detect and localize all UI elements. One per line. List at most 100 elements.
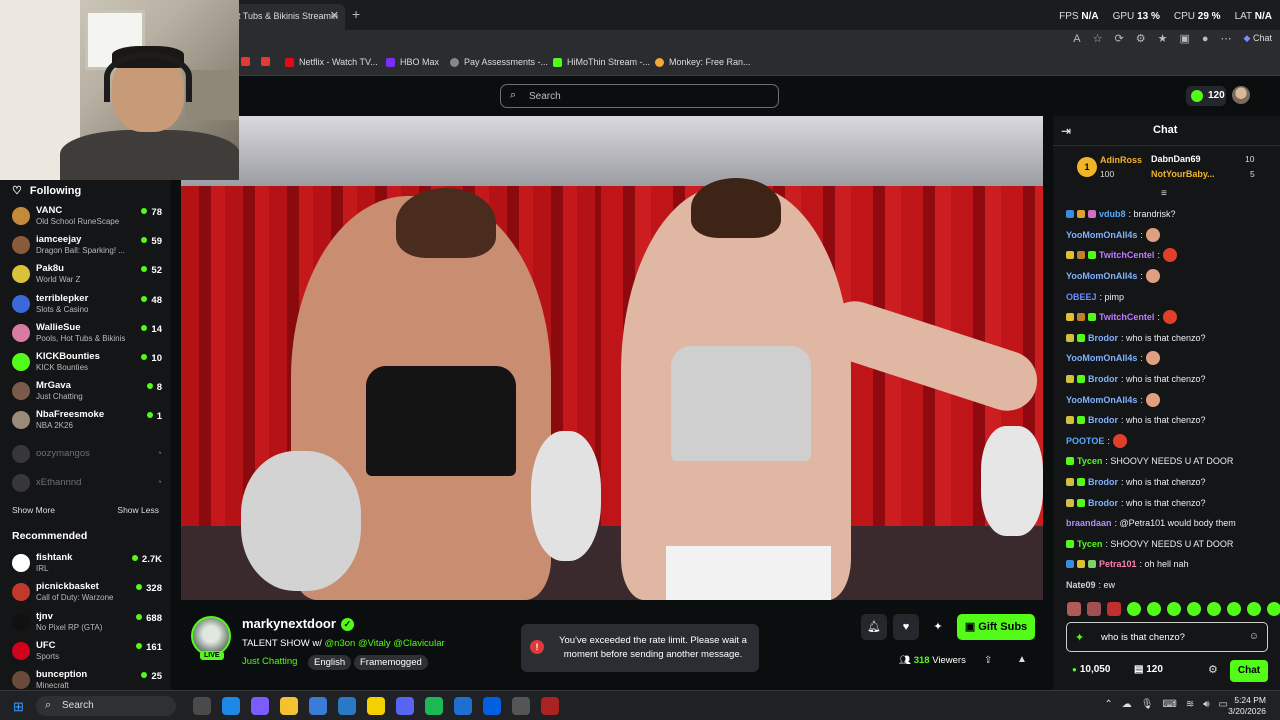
cloud-icon[interactable]: ☁ bbox=[1122, 699, 1132, 710]
sidebar-channel-walliesue[interactable]: WallieSue Pools, Hot Tubs & Bikinis 14 bbox=[12, 321, 162, 349]
coins-balance[interactable]: 120 bbox=[1186, 86, 1226, 106]
taskbar-app-icon[interactable] bbox=[396, 697, 414, 715]
bookmark-monkey[interactable]: Monkey: Free Ran... bbox=[655, 57, 751, 67]
taskbar-app-icon[interactable] bbox=[512, 697, 530, 715]
chat-username[interactable]: Brodor bbox=[1088, 498, 1118, 508]
stream-category-link[interactable]: Just Chatting bbox=[242, 656, 297, 667]
sidebar-channel-nbafreesmoke[interactable]: NbaFreesmoke NBA 2K26 1 bbox=[12, 408, 162, 436]
chat-username[interactable]: POOTOE bbox=[1066, 436, 1104, 446]
emote-icon[interactable] bbox=[1267, 602, 1280, 616]
tag-framemogged[interactable]: Framemogged bbox=[354, 655, 428, 670]
chat-username[interactable]: braandaan bbox=[1066, 518, 1112, 528]
emote-icon[interactable] bbox=[1227, 602, 1241, 616]
chat-username[interactable]: Tycen bbox=[1077, 539, 1102, 549]
windows-start-icon[interactable]: ⊞ bbox=[13, 699, 24, 715]
show-more-button[interactable]: Show More bbox=[12, 505, 55, 515]
tag-english[interactable]: English bbox=[308, 655, 352, 670]
gift-subs-button[interactable]: ▣ Gift Subs bbox=[957, 614, 1035, 640]
refresh-icon[interactable]: ⟳ bbox=[1115, 32, 1124, 45]
chat-username[interactable]: Nate09 bbox=[1066, 580, 1096, 590]
chat-username[interactable]: vdub8 bbox=[1099, 209, 1126, 219]
channel-name[interactable]: markynextdoor ✓ bbox=[242, 616, 354, 631]
search-input[interactable]: ⌕ Search bbox=[500, 84, 779, 108]
browser-tab-active[interactable]: t Tubs & Bikinis Streamin ✕ bbox=[230, 4, 345, 30]
emote-icon[interactable] bbox=[1247, 602, 1261, 616]
taskbar-app-icon[interactable] bbox=[338, 697, 356, 715]
chat-username[interactable]: Brodor bbox=[1088, 333, 1118, 343]
emote-icon[interactable] bbox=[1187, 602, 1201, 616]
more-menu-icon[interactable]: ⋯ bbox=[1221, 32, 1232, 45]
emote-icon[interactable] bbox=[1167, 602, 1181, 616]
chat-username[interactable]: TwitchCentel bbox=[1099, 312, 1154, 322]
bookmark-icon-red[interactable] bbox=[241, 57, 250, 66]
chat-username[interactable]: YooMomOnAll4s bbox=[1066, 353, 1137, 363]
microphone-icon[interactable]: 🎙︎ bbox=[1141, 699, 1154, 710]
chat-username[interactable]: Brodor bbox=[1088, 415, 1118, 425]
clock[interactable]: 5:24 PM 3/20/2026 bbox=[1228, 695, 1266, 717]
taskbar-app-icon[interactable] bbox=[193, 697, 211, 715]
tray-chevron-icon[interactable]: ⌃ bbox=[1104, 699, 1112, 710]
taskbar-app-icon[interactable] bbox=[251, 697, 269, 715]
collapse-chat-icon[interactable]: ⇥ bbox=[1061, 124, 1071, 138]
show-less-button[interactable]: Show Less bbox=[117, 505, 159, 515]
chat-username[interactable]: Brodor bbox=[1088, 374, 1118, 384]
report-warning-icon[interactable]: ▲ bbox=[1017, 654, 1027, 665]
leaderboard-top-user[interactable]: AdinRoss bbox=[1100, 155, 1142, 165]
recommended-channel-picnickbasket[interactable]: picnickbasket Call of Duty: Warzone 328 bbox=[12, 580, 162, 608]
chat-input[interactable]: ✦ who is that chenzo? ☺ bbox=[1066, 622, 1268, 652]
bookmark-pay-assessments[interactable]: Pay Assessments -... bbox=[450, 57, 548, 67]
sidebar-channel-mrgava[interactable]: MrGava Just Chatting 8 bbox=[12, 379, 162, 407]
points-balance[interactable]: ▤ 120 bbox=[1134, 664, 1163, 675]
notification-bell-icon[interactable]: 🔔︎ bbox=[861, 614, 887, 640]
recommended-channel-tjnv[interactable]: tjnv No Pixel RP (GTA) 688 bbox=[12, 610, 162, 638]
sparkle-icon[interactable]: ✦ bbox=[925, 614, 951, 640]
emote-icon[interactable] bbox=[1067, 602, 1081, 616]
emote-icon[interactable] bbox=[1107, 602, 1121, 616]
chat-username[interactable]: Tycen bbox=[1077, 456, 1102, 466]
sidebar-channel-terriblepker[interactable]: terriblepker Slots & Casino 48 bbox=[12, 292, 162, 320]
youtube-icon[interactable] bbox=[261, 57, 270, 66]
chat-username[interactable]: YooMomOnAll4s bbox=[1066, 230, 1137, 240]
chat-filter-icon[interactable]: ≡ bbox=[1161, 188, 1167, 199]
kicks-balance[interactable]: 10,050 bbox=[1072, 664, 1111, 675]
taskbar-app-icon[interactable] bbox=[483, 697, 501, 715]
taskbar-app-icon[interactable] bbox=[454, 697, 472, 715]
recommended-channel-bunception[interactable]: bunception Minecraft 25 bbox=[12, 668, 162, 690]
bookmark-himothin[interactable]: HiMoThin Stream -... bbox=[553, 57, 650, 67]
taskbar-app-icon[interactable] bbox=[425, 697, 443, 715]
chat-username[interactable]: Brodor bbox=[1088, 477, 1118, 487]
volume-icon[interactable]: 🔊︎ bbox=[1203, 699, 1209, 710]
favorites-icon[interactable]: ★ bbox=[1158, 32, 1168, 45]
leaderboard-user-2[interactable]: DabnDan69 bbox=[1151, 154, 1201, 164]
taskbar-app-icon[interactable] bbox=[309, 697, 327, 715]
chat-username[interactable]: OBEEJ bbox=[1066, 292, 1097, 302]
favorite-star-icon[interactable]: ☆ bbox=[1093, 32, 1103, 45]
recommended-channel-fishtank[interactable]: fishtank IRL 2.7K bbox=[12, 551, 162, 579]
chat-username[interactable]: Petra101 bbox=[1099, 559, 1137, 569]
emoji-picker-icon[interactable]: ☺ bbox=[1249, 631, 1259, 642]
taskbar-app-icon[interactable] bbox=[222, 697, 240, 715]
emote-icon[interactable] bbox=[1207, 602, 1221, 616]
chat-username[interactable]: YooMomOnAll4s bbox=[1066, 271, 1137, 281]
close-icon[interactable]: ✕ bbox=[330, 9, 339, 22]
sidebar-channel-iamceejay[interactable]: iamceejay Dragon Ball: Sparking! ... 59 bbox=[12, 233, 162, 261]
recommended-channel-ufc[interactable]: UFC Sports 161 bbox=[12, 639, 162, 667]
follow-heart-icon[interactable]: ♥ bbox=[893, 614, 919, 640]
collections-icon[interactable]: ▣ bbox=[1179, 32, 1189, 45]
bookmark-netflix[interactable]: Netflix - Watch TV... bbox=[285, 57, 378, 67]
leaderboard-user-3[interactable]: NotYourBaby... bbox=[1151, 169, 1215, 179]
battery-icon[interactable]: ▭ bbox=[1219, 699, 1228, 710]
profile-icon[interactable]: ● bbox=[1202, 33, 1209, 45]
extensions-icon[interactable]: ⚙ bbox=[1136, 32, 1146, 45]
video-player[interactable] bbox=[181, 116, 1043, 600]
chat-settings-gear-icon[interactable]: ⚙ bbox=[1208, 663, 1218, 676]
stream-title-mentions[interactable]: @n3on @Vitaly @Clavicular bbox=[325, 638, 445, 649]
new-tab-icon[interactable]: + bbox=[352, 6, 360, 22]
sidebar-channel-vanc[interactable]: VANC Old School RuneScape 78 bbox=[12, 204, 162, 232]
bookmark-hbo-max[interactable]: HBO Max bbox=[386, 57, 439, 67]
wifi-icon[interactable]: ≋ bbox=[1186, 699, 1194, 710]
channel-avatar[interactable] bbox=[191, 616, 231, 656]
emote-icon[interactable] bbox=[1147, 602, 1161, 616]
taskbar-app-icon[interactable] bbox=[280, 697, 298, 715]
taskbar-search[interactable]: ⌕ Search bbox=[36, 696, 176, 716]
